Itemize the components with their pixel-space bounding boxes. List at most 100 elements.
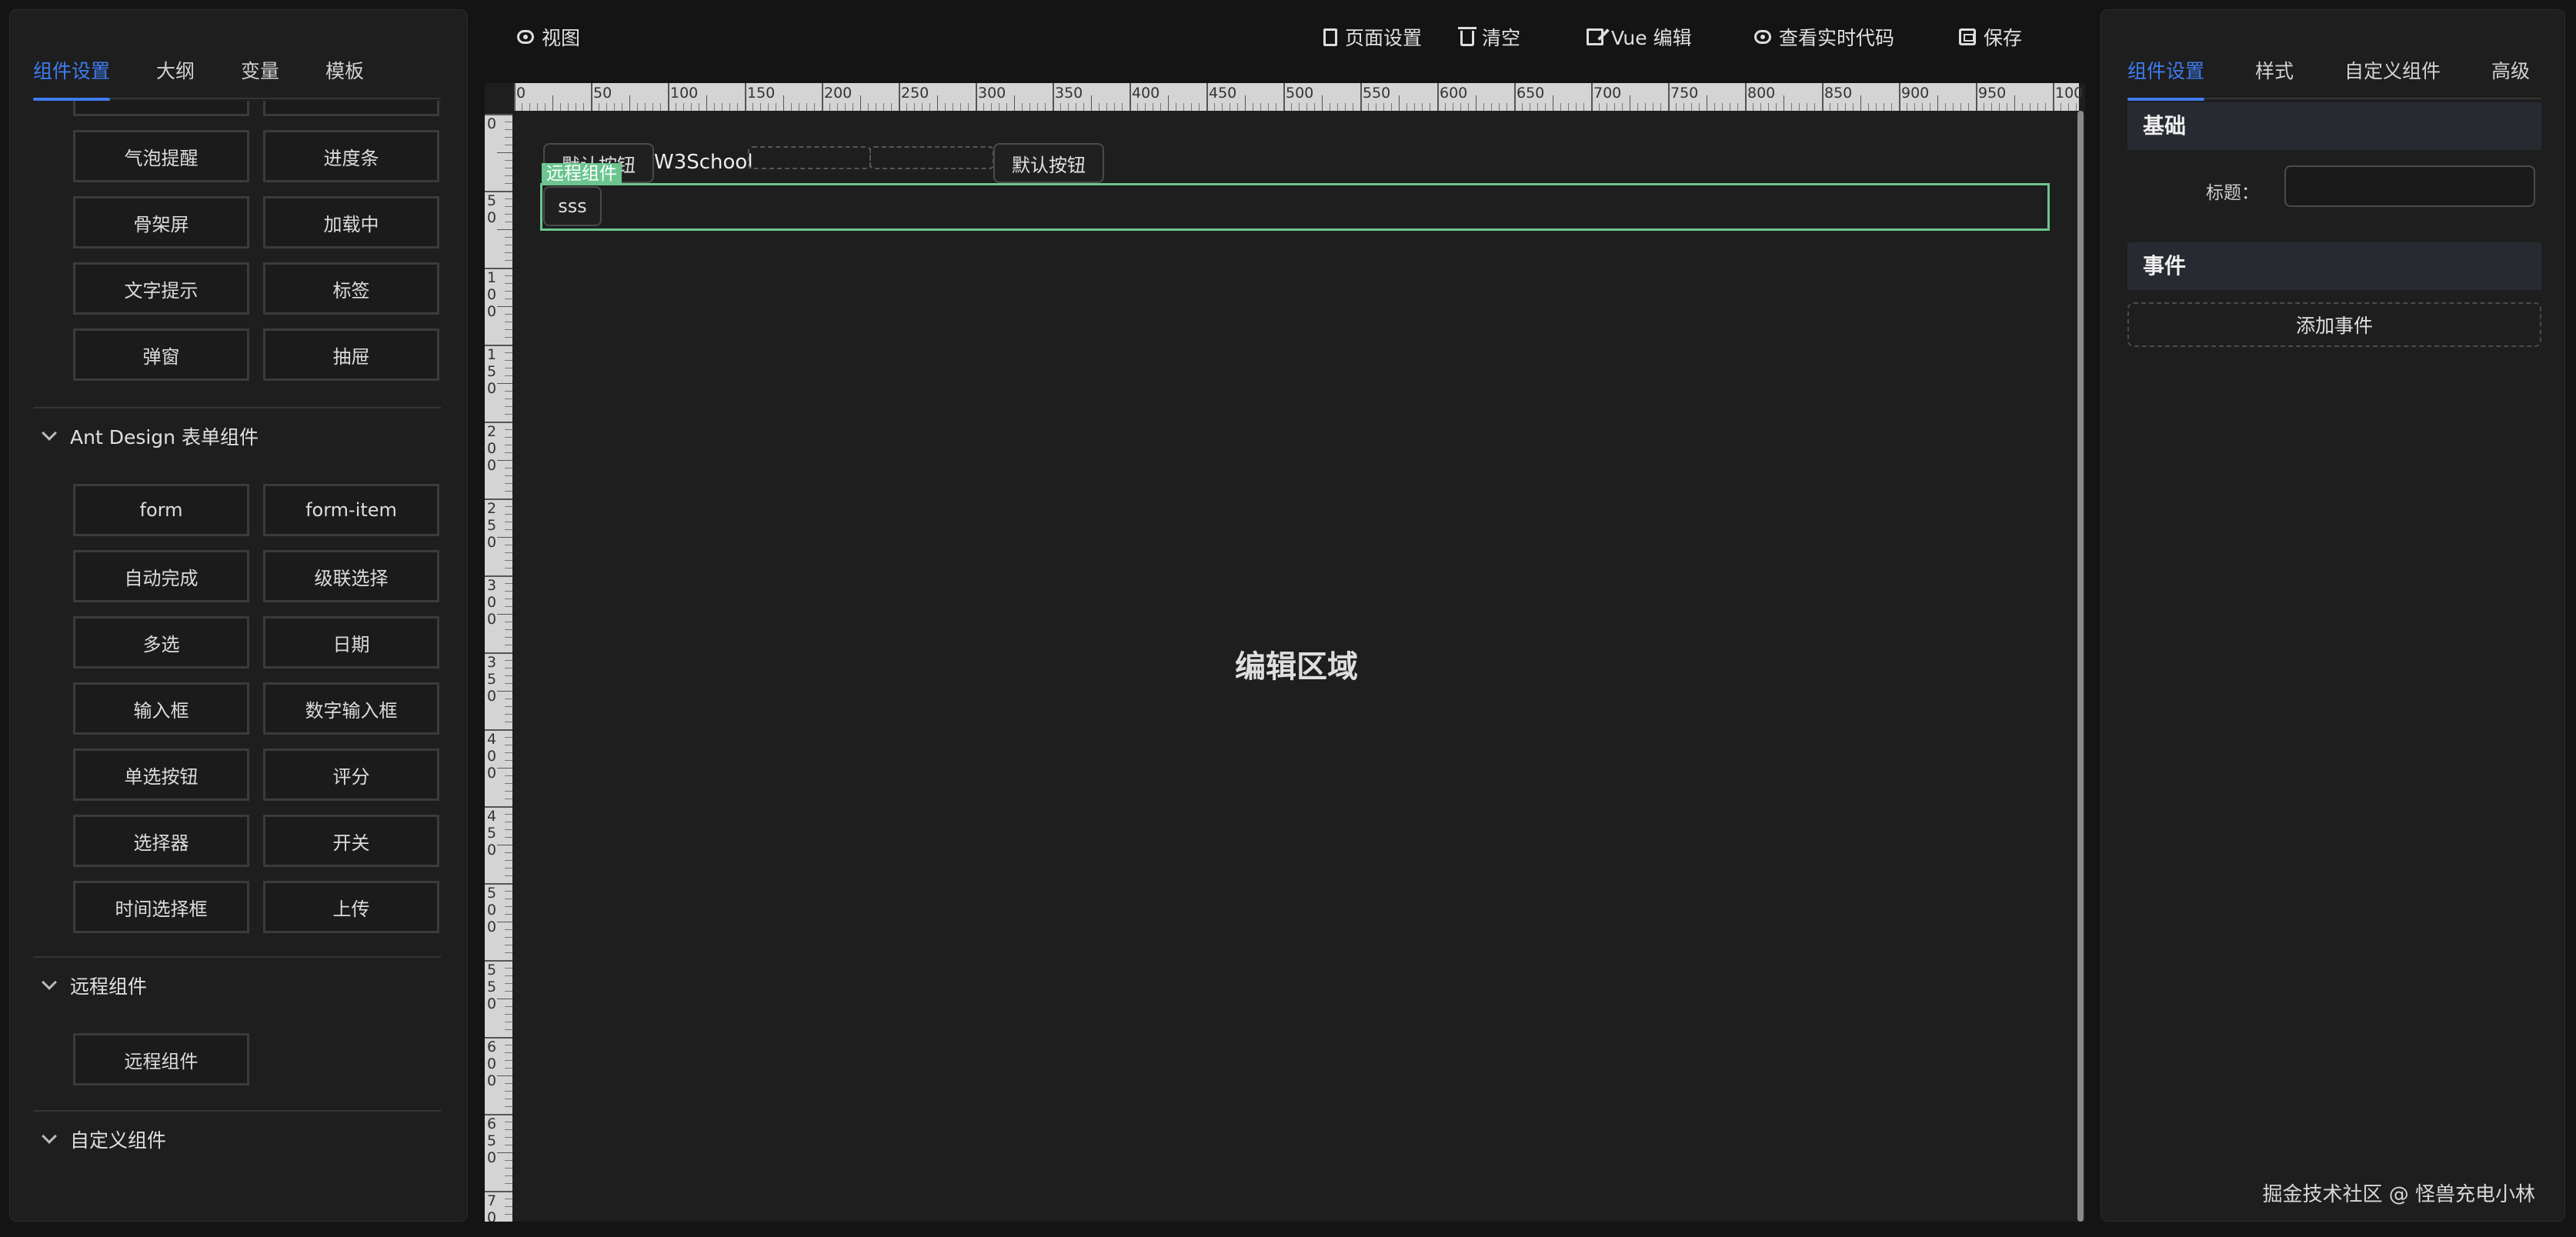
canvas-scrollbar[interactable]	[2077, 111, 2084, 1222]
title-label: 标题：	[2206, 183, 2259, 203]
chevron-down-icon	[42, 975, 57, 990]
watermark: 掘金技术社区 @ 怪兽充电小林	[2262, 1183, 2535, 1206]
tab-templates[interactable]: 模板	[325, 44, 364, 99]
edit-canvas[interactable]: 0 50 100 150 200 250 300 350 400 450 500 550 600 650 7…	[485, 83, 2085, 1222]
section-remote[interactable]: 远程组件	[33, 958, 441, 1013]
horizontal-ruler: 0 50 100 150 200 250 300 350 400 450 500 550 600 650 7…	[514, 83, 2083, 111]
ruler-tick-label: 650	[486, 1115, 497, 1166]
page-settings-button[interactable]: 页面设置	[1323, 22, 1422, 52]
save-label: 保存	[1984, 27, 2023, 49]
ruler-tick-label: 550	[486, 962, 497, 1012]
chevron-down-icon	[42, 1129, 57, 1144]
left-tabs: 组件设置 大纲 变量 模板	[33, 44, 441, 101]
eye-icon	[1754, 30, 1771, 44]
ruler-tick-label: 50	[486, 192, 497, 226]
component-item-loading[interactable]: 加载中	[263, 196, 439, 248]
ruler-tick-label: 450	[486, 808, 497, 859]
component-item-switch[interactable]: 开关	[263, 815, 439, 867]
remote-component-tag: 远程组件	[542, 163, 622, 185]
canvas-text-w3school[interactable]: W3School	[654, 151, 753, 174]
component-item-stub[interactable]	[263, 101, 439, 116]
component-item-input-number[interactable]: 数字输入框	[263, 682, 439, 735]
ruler-tick-label: 550	[1363, 85, 1391, 102]
ruler-tick-label: 500	[486, 885, 497, 935]
tab-advanced[interactable]: 高级	[2491, 44, 2530, 99]
section-antd-form[interactable]: Ant Design 表单组件	[33, 408, 441, 464]
title-input[interactable]	[2284, 165, 2535, 207]
basic-section-title: 基础	[2127, 102, 2541, 150]
component-item-form-item[interactable]: form-item	[263, 484, 439, 536]
clear-label: 清空	[1482, 27, 1521, 49]
component-item-progress[interactable]: 进度条	[263, 130, 439, 182]
component-item-remote[interactable]: 远程组件	[73, 1033, 249, 1085]
tab-style[interactable]: 样式	[2255, 44, 2294, 99]
view-code-button[interactable]: 查看实时代码	[1754, 22, 1894, 52]
section-custom[interactable]: 自定义组件	[33, 1112, 441, 1167]
vue-edit-button[interactable]: Vue 编辑	[1587, 22, 1692, 52]
ruler-tick-label: 0	[486, 115, 497, 132]
component-item-drawer[interactable]: 抽屉	[263, 328, 439, 381]
component-list[interactable]: 气泡提醒 进度条 骨架屏 加载中 文字提示 标签 弹窗 抽屉 Ant Desig…	[33, 101, 441, 1221]
page-icon	[1323, 28, 1337, 46]
ruler-tick-label: 200	[486, 423, 497, 474]
component-item-checkbox[interactable]: 多选	[73, 616, 249, 669]
component-item-form[interactable]: form	[73, 484, 249, 536]
ruler-tick-label: 800	[1747, 85, 1776, 102]
component-item-time-picker[interactable]: 时间选择框	[73, 881, 249, 933]
tab-variables[interactable]: 变量	[241, 44, 279, 99]
component-item-rate[interactable]: 评分	[263, 749, 439, 801]
ruler-tick-label: 600	[1440, 85, 1468, 102]
view-code-label: 查看实时代码	[1779, 27, 1895, 49]
add-event-button[interactable]: 添加事件	[2127, 302, 2541, 347]
canvas-empty-placeholder[interactable]	[748, 146, 871, 169]
remote-component-selection[interactable]	[540, 183, 2050, 231]
component-item-popover[interactable]: 气泡提醒	[73, 130, 249, 182]
tab-component-settings[interactable]: 组件设置	[2127, 44, 2205, 101]
component-item-tag[interactable]: 标签	[263, 262, 439, 315]
component-item-tooltip[interactable]: 文字提示	[73, 262, 249, 315]
ruler-tick-label: 350	[1055, 85, 1083, 102]
tab-component-settings[interactable]: 组件设置	[33, 44, 111, 101]
ruler-tick-label: 700	[1593, 85, 1622, 102]
eye-icon	[517, 30, 534, 44]
component-item-autocomplete[interactable]: 自动完成	[73, 550, 249, 602]
view-button[interactable]: 视图	[517, 22, 580, 52]
component-item-skeleton[interactable]: 骨架屏	[73, 196, 249, 248]
chevron-down-icon	[42, 425, 57, 441]
vue-edit-label: Vue 编辑	[1611, 27, 1692, 49]
save-icon	[1959, 28, 1976, 45]
section-title: 自定义组件	[70, 1129, 167, 1152]
component-item-select[interactable]: 选择器	[73, 815, 249, 867]
component-item-modal[interactable]: 弹窗	[73, 328, 249, 381]
ruler-tick-label: 400	[1132, 85, 1160, 102]
component-item-input[interactable]: 输入框	[73, 682, 249, 735]
canvas-default-button[interactable]: 默认按钮	[993, 143, 1104, 183]
ruler-tick-label: 400	[486, 731, 497, 782]
ruler-tick-label: 150	[747, 85, 776, 102]
view-label: 视图	[542, 27, 581, 49]
canvas-empty-placeholder[interactable]	[869, 146, 994, 169]
clear-button[interactable]: 清空	[1458, 22, 1521, 52]
component-item-stub[interactable]	[73, 101, 249, 116]
section-title: 远程组件	[70, 975, 148, 998]
ruler-tick-label: 450	[1209, 85, 1237, 102]
edit-icon	[1587, 28, 1603, 45]
ruler-tick-label: 150	[486, 346, 497, 397]
ruler-tick-label: 250	[486, 500, 497, 551]
component-item-cascader[interactable]: 级联选择	[263, 550, 439, 602]
tab-outline[interactable]: 大纲	[156, 44, 195, 99]
section-title: Ant Design 表单组件	[70, 426, 259, 448]
component-item-date[interactable]: 日期	[263, 616, 439, 669]
sss-button[interactable]: sss	[543, 186, 602, 226]
ruler-tick-label: 300	[978, 85, 1006, 102]
ruler-tick-label: 350	[486, 654, 497, 705]
ruler-tick-label: 100	[486, 269, 497, 320]
ruler-tick-label: 50	[593, 85, 612, 102]
editor-toolbar: 视图 页面设置 清空 Vue 编辑 查看实时代码 保存	[486, 0, 2087, 74]
component-panel: 组件设置 大纲 变量 模板 气泡提醒 进度条 骨架屏 加载中 文字提示 标签 弹…	[9, 9, 468, 1222]
component-item-upload[interactable]: 上传	[263, 881, 439, 933]
save-button[interactable]: 保存	[1959, 22, 2022, 52]
tab-custom-component[interactable]: 自定义组件	[2344, 44, 2441, 99]
component-item-radio[interactable]: 单选按钮	[73, 749, 249, 801]
vertical-ruler: 0 50 100 150 200 250 300 350 400 450 500 550 600 650 7…	[485, 114, 512, 1222]
